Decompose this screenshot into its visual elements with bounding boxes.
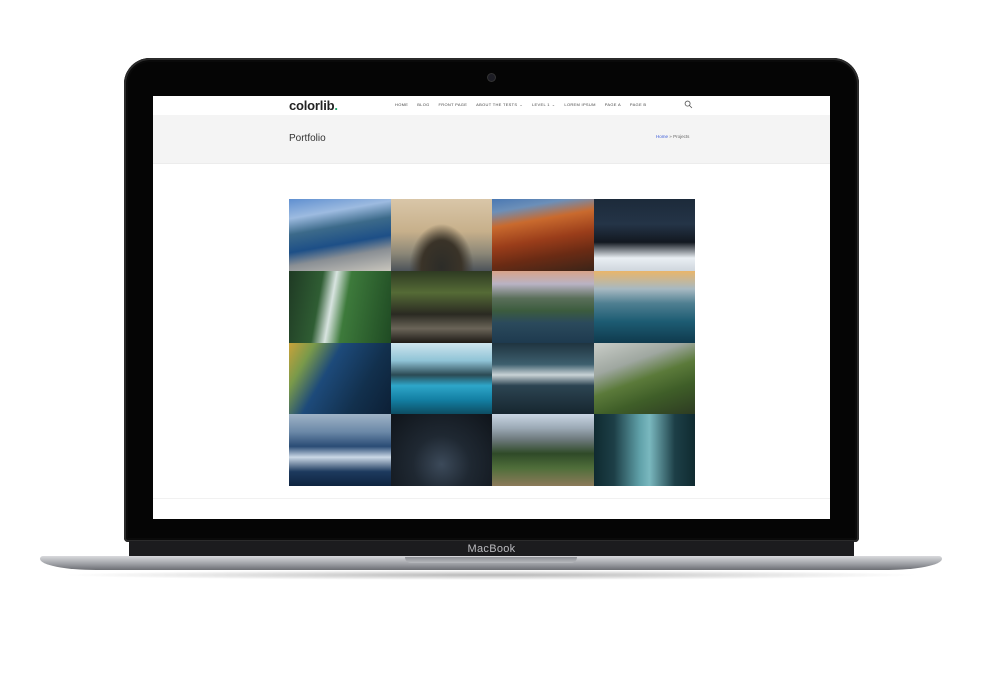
blue-wave-photo[interactable] xyxy=(289,414,391,486)
snowy-cabin-forest-photo[interactable] xyxy=(593,199,695,271)
main-nav: HOME BLOG FRONT PAGE ABOUT THE TESTS ⌄ LEVEL … xyxy=(395,102,655,107)
nav-item-label: LEVEL 1 xyxy=(532,102,550,107)
footer-divider xyxy=(153,498,830,499)
night-hiker-photo[interactable] xyxy=(390,414,492,486)
chevron-down-icon: ⌄ xyxy=(519,102,524,107)
breadcrumb-current: Projects xyxy=(673,134,690,139)
storm-clouds-photo[interactable] xyxy=(492,342,594,415)
nav-item-label: HOME xyxy=(395,102,409,107)
bridge-walker-photo[interactable] xyxy=(390,270,492,343)
nav-item-label: FRONT PAGE xyxy=(438,102,468,107)
nav-item-blog[interactable]: BLOG xyxy=(417,102,429,107)
laptop-notch xyxy=(405,557,577,563)
nav-item-page-b[interactable]: PAGE B xyxy=(630,102,646,107)
hooded-person-sunset-photo[interactable] xyxy=(390,199,492,271)
ocean-wave-sunset-photo[interactable] xyxy=(593,270,695,343)
nav-item-about-the-tests[interactable]: ABOUT THE TESTS ⌄ xyxy=(476,102,523,107)
site-logo[interactable]: colorlib. xyxy=(289,98,338,113)
laptop-bezel-bottom: MacBook xyxy=(129,541,854,557)
device-label: MacBook xyxy=(467,543,516,555)
breadcrumb-home-link[interactable]: Home xyxy=(656,134,668,139)
fjord-cliff-photo[interactable] xyxy=(289,199,391,271)
nav-item-label: PAGE A xyxy=(604,102,621,107)
nav-item-label: ABOUT THE TESTS xyxy=(476,102,518,107)
search-icon[interactable] xyxy=(684,100,693,109)
nav-item-front-page[interactable]: FRONT PAGE xyxy=(439,102,468,107)
aerial-earth-photo[interactable] xyxy=(289,342,391,415)
nav-item-level-1[interactable]: LEVEL 1 ⌄ xyxy=(532,102,555,107)
laptop-shadow xyxy=(60,570,922,580)
chevron-down-icon: ⌄ xyxy=(551,102,556,107)
page-title: Portfolio xyxy=(289,133,326,144)
breadcrumb: Home » Projects xyxy=(656,134,689,139)
camera-icon xyxy=(488,74,495,81)
logo-dot: . xyxy=(334,98,338,113)
nav-item-lorem-ipsum[interactable]: LOREM IPSUM xyxy=(564,102,595,107)
nav-item-label: PAGE B xyxy=(629,102,647,107)
site-header: colorlib. HOME BLOG FRONT PAGE ABOUT THE TE… xyxy=(153,96,830,115)
breadcrumb-separator: » xyxy=(669,134,672,139)
nav-item-label: LOREM IPSUM xyxy=(564,102,596,107)
portfolio-gallery xyxy=(289,199,695,486)
red-rock-canyon-photo[interactable] xyxy=(492,199,594,271)
yosemite-valley-photo[interactable] xyxy=(492,414,594,486)
canoe-lake-photo[interactable] xyxy=(390,342,492,415)
nav-item-home[interactable]: HOME xyxy=(395,102,408,107)
screen: colorlib. HOME BLOG FRONT PAGE ABOUT THE TE… xyxy=(153,96,830,519)
logo-text: colorlib xyxy=(289,98,335,113)
green-hills-coast-photo[interactable] xyxy=(593,342,695,415)
nav-item-page-a[interactable]: PAGE A xyxy=(605,102,621,107)
escalator-station-photo[interactable] xyxy=(593,414,695,486)
nav-item-label: BLOG xyxy=(417,102,430,107)
mountain-lake-photo[interactable] xyxy=(492,270,594,343)
page-header: Portfolio Home » Projects xyxy=(153,115,830,164)
green-waterfall-photo[interactable] xyxy=(289,270,391,343)
